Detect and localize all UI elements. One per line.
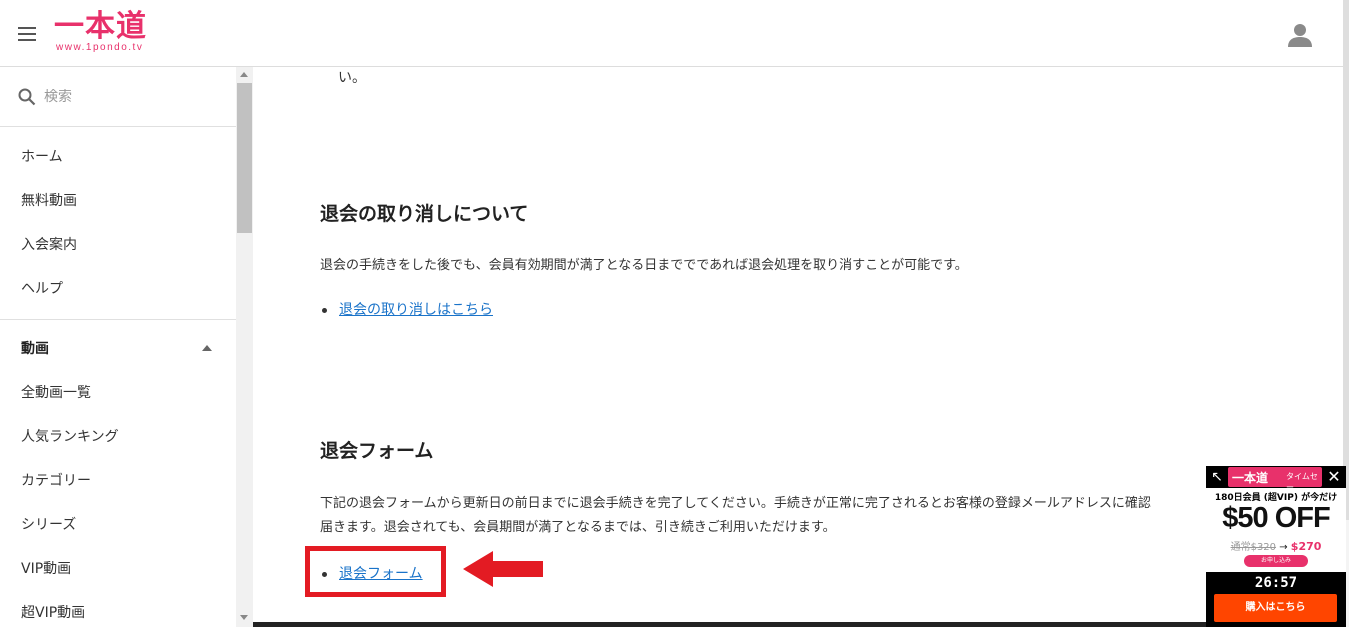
expand-icon[interactable]: ↖ xyxy=(1208,468,1226,486)
ad-logo: 一本道 xyxy=(1232,471,1269,485)
scroll-down-icon[interactable] xyxy=(240,615,248,620)
sidebar-item-home[interactable]: ホーム xyxy=(0,135,236,179)
hamburger-icon[interactable] xyxy=(18,27,36,41)
sidebar: ホーム 無料動画 入会案内 ヘルプ 動画 全動画一覧 人気ランキング カテゴリー… xyxy=(0,67,236,627)
logo-url: www.1pondo.tv xyxy=(56,42,144,53)
sidebar-item-all-videos[interactable]: 全動画一覧 xyxy=(0,371,236,415)
ad-countdown: 26:57 xyxy=(1254,575,1298,591)
close-icon[interactable]: ✕ xyxy=(1325,468,1343,486)
sidebar-item-help[interactable]: ヘルプ xyxy=(0,267,236,311)
sidebar-scrollbar[interactable] xyxy=(236,67,253,627)
ad-tag: 一本道 タイムセー xyxy=(1228,467,1322,492)
site-header: 一本道 www.1pondo.tv xyxy=(0,0,1349,67)
page-scrollbar-thumb[interactable] xyxy=(1343,0,1349,520)
main-content: い。 退会の取り消しについて 退会の手続きをした後でも、会員有効期間が満了となる… xyxy=(253,67,1349,627)
caret-up-icon xyxy=(202,345,212,351)
annotation-arrow-icon xyxy=(463,551,543,587)
sidebar-item-super-vip[interactable]: 超VIP動画 xyxy=(0,591,236,627)
ad-apply-button[interactable]: お申し込み xyxy=(1244,555,1308,567)
promo-ad: ↖ 一本道 タイムセー ✕ 180日会員 (超VIP) が今だけ $50 OFF… xyxy=(1206,466,1346,627)
form-section-description-line1: 下記の退会フォームから更新日の前日までに退会手続きを完了してください。手続きが正… xyxy=(320,496,1151,511)
sidebar-item-free-videos[interactable]: 無料動画 xyxy=(0,179,236,223)
ad-headline: $50 OFF xyxy=(1222,502,1330,534)
ad-new-price: $270 xyxy=(1290,540,1322,553)
sidebar-item-ranking[interactable]: 人気ランキング xyxy=(0,415,236,459)
ad-old-price: 通常$320 xyxy=(1230,542,1277,553)
ad-arrow: → xyxy=(1279,542,1288,553)
nav-primary: ホーム 無料動画 入会案内 ヘルプ xyxy=(0,127,236,320)
form-section-description-line2: 届きます。退会されても、会員期間が満了となるまでは、引き続きご利用いただけます。 xyxy=(320,520,836,535)
divider xyxy=(253,622,1349,627)
sidebar-section-videos[interactable]: 動画 xyxy=(0,327,236,371)
cancel-section-title: 退会の取り消しについて xyxy=(320,203,529,225)
sidebar-item-join[interactable]: 入会案内 xyxy=(0,223,236,267)
residual-text: い。 xyxy=(338,70,366,86)
user-icon[interactable] xyxy=(1287,22,1313,48)
bullet xyxy=(322,307,327,313)
search-icon xyxy=(18,88,36,105)
cancel-withdrawal-link[interactable]: 退会の取り消しはこちら xyxy=(339,302,493,318)
ad-price: 通常$320 → $270 xyxy=(1206,538,1346,553)
site-logo[interactable]: 一本道 www.1pondo.tv xyxy=(54,9,147,54)
sidebar-item-category[interactable]: カテゴリー xyxy=(0,459,236,503)
cancel-section-description: 退会の手続きをした後でも、会員有効期間が満了となる日まででであれば退会処理を取り… xyxy=(320,258,968,273)
ad-buy-button[interactable]: 購入はこちら xyxy=(1214,594,1337,622)
sidebar-search xyxy=(0,67,236,127)
search-input[interactable] xyxy=(44,88,214,105)
logo-text: 一本道 xyxy=(54,9,147,44)
annotation-highlight-box xyxy=(305,546,446,597)
ad-bottom: 26:57 購入はこちら xyxy=(1206,572,1346,627)
form-section-title: 退会フォーム xyxy=(320,440,434,462)
sidebar-item-vip[interactable]: VIP動画 xyxy=(0,547,236,591)
section-title: 動画 xyxy=(21,341,49,357)
ad-top-bar: ↖ 一本道 タイムセー ✕ xyxy=(1206,466,1346,492)
list-item: 退会の取り消しはこちら xyxy=(320,299,493,319)
sidebar-item-series[interactable]: シリーズ xyxy=(0,503,236,547)
scrollbar-thumb[interactable] xyxy=(237,83,252,233)
scroll-up-icon[interactable] xyxy=(240,72,248,77)
